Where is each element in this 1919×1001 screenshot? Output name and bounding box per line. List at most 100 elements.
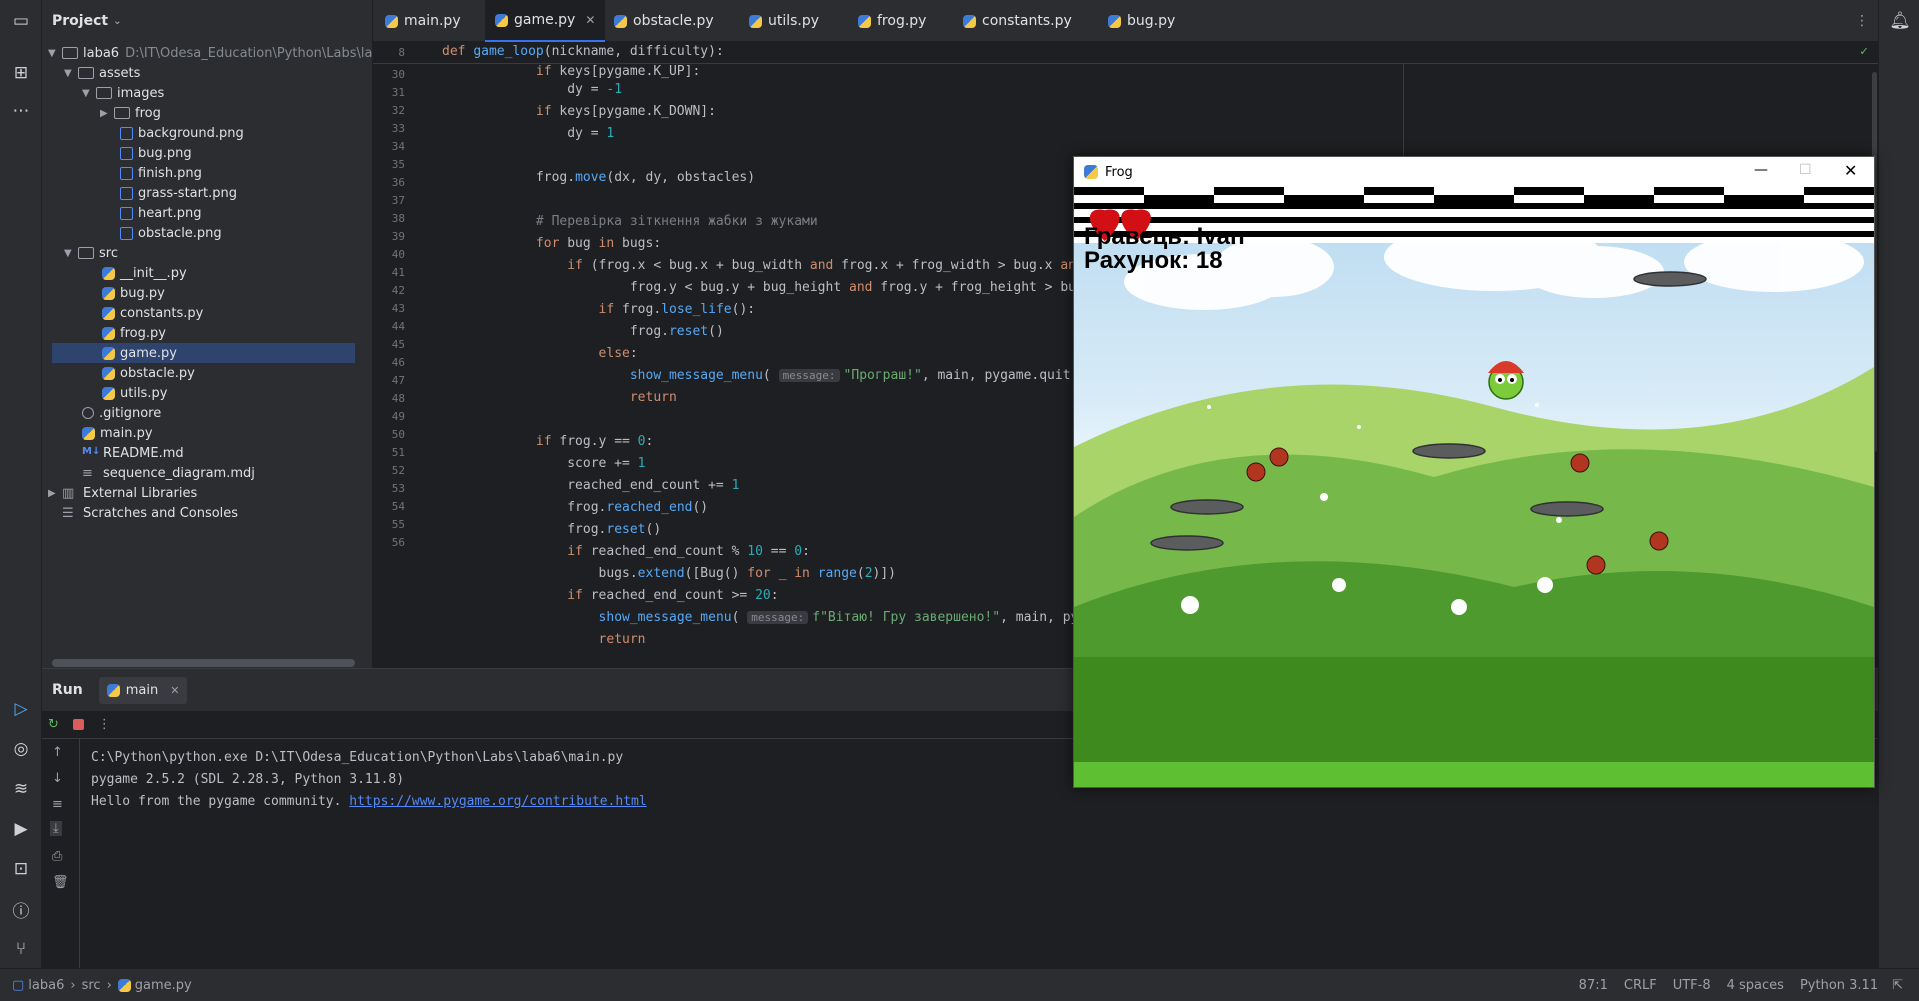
- keyword: def: [442, 44, 466, 59]
- tree-item-file[interactable]: grass-start.png: [120, 183, 237, 203]
- tree-item-file-selected[interactable]: game.py: [52, 343, 355, 363]
- scroll-down-icon[interactable]: ↓: [52, 771, 63, 786]
- tree-item-src[interactable]: ▼ src: [64, 243, 118, 263]
- game-canvas[interactable]: Гравець: Ivan Рахунок: 18: [1074, 187, 1874, 787]
- problems-icon[interactable]: ⓘ: [8, 896, 34, 922]
- python-file-icon: [858, 14, 871, 28]
- folder-icon: [62, 47, 78, 59]
- tree-item-file[interactable]: frog.py: [102, 323, 166, 343]
- more-tools-icon[interactable]: ⋯: [8, 98, 34, 124]
- close-icon[interactable]: ✕: [585, 13, 595, 27]
- stop-icon[interactable]: [72, 719, 84, 730]
- breadcrumb-item[interactable]: src: [82, 978, 101, 993]
- tab-main-run[interactable]: main ✕: [98, 676, 188, 704]
- left-tool-stripe: ▭ ⊞ ⋯ ▷ ◎ ≋ ▶ ⊡ ⓘ ⑂: [0, 0, 42, 968]
- function-name: game_loop: [473, 44, 544, 59]
- scroll-to-end-icon[interactable]: ⤓: [50, 821, 62, 836]
- tab-constants-py[interactable]: constants.py: [963, 0, 1072, 42]
- tree-item-file[interactable]: obstacle.py: [102, 363, 195, 383]
- line-separator[interactable]: CRLF: [1624, 978, 1657, 993]
- project-header[interactable]: Project ⌄: [42, 0, 372, 42]
- trash-icon[interactable]: 🗑︎: [52, 875, 69, 890]
- terminal-icon[interactable]: ⊡: [8, 856, 34, 882]
- line-number: 31: [391, 86, 405, 99]
- more-tabs-icon[interactable]: ⋮: [1855, 0, 1869, 42]
- tree-label: assets: [99, 65, 141, 81]
- tree-item-file[interactable]: ≡ sequence_diagram.mdj: [82, 463, 255, 483]
- image-file-icon: [120, 146, 133, 160]
- tab-game-py[interactable]: game.py ✕: [485, 0, 606, 42]
- line-number: 47: [391, 374, 405, 387]
- tree-item-file[interactable]: background.png: [120, 123, 244, 143]
- tab-obstacle-py[interactable]: obstacle.py: [614, 0, 714, 42]
- game-window[interactable]: Frog — ☐ ✕ Гравець: Ivan Рахунок: 18: [1073, 156, 1875, 788]
- game-window-titlebar[interactable]: Frog — ☐ ✕: [1074, 157, 1874, 187]
- code-line: # Перевірка зіткнення жабки з жуками: [442, 214, 818, 229]
- rerun-icon[interactable]: ↻: [48, 717, 59, 732]
- tree-item-assets[interactable]: ▼ assets: [64, 63, 140, 83]
- close-icon[interactable]: ✕: [1844, 161, 1857, 180]
- line-number: 34: [391, 140, 405, 153]
- tab-label: main: [125, 682, 159, 698]
- layers-icon[interactable]: ≋: [8, 776, 34, 802]
- notifications-icon[interactable]: 🔔︎: [1887, 8, 1913, 34]
- python-interpreter[interactable]: Python 3.11: [1800, 978, 1878, 993]
- print-icon[interactable]: ⎙: [52, 849, 62, 864]
- code-line: show_message_menu( message: "Програш!", m…: [629, 368, 1079, 383]
- game-window-title: Frog: [1105, 164, 1133, 180]
- run-tool-icon[interactable]: ▷: [8, 696, 34, 722]
- python-console-icon[interactable]: ◎: [8, 736, 34, 762]
- tab-main-py[interactable]: main.py: [385, 0, 461, 42]
- lock-icon[interactable]: ⇱: [1892, 978, 1903, 993]
- tree-item-file[interactable]: finish.png: [120, 163, 202, 183]
- tree-label: Scratches and Consoles: [83, 505, 239, 521]
- tree-item-scratches[interactable]: ☰ Scratches and Consoles: [62, 503, 238, 523]
- indent-setting[interactable]: 4 spaces: [1727, 978, 1784, 993]
- tree-item-file[interactable]: obstacle.png: [120, 223, 222, 243]
- project-folder-icon[interactable]: ▭: [8, 8, 34, 34]
- breadcrumb-item[interactable]: laba6: [28, 978, 64, 993]
- tree-root[interactable]: ▼ laba6 D:\IT\Odesa_Education\Python\Labs\…: [48, 43, 381, 63]
- python-file-icon: [102, 266, 115, 280]
- git-icon[interactable]: ⑂: [8, 936, 34, 962]
- param-hint: message:: [778, 369, 840, 382]
- tree-item-file[interactable]: bug.png: [120, 143, 192, 163]
- python-file-icon: [82, 426, 95, 440]
- tree-item-file[interactable]: M↓ README.md: [82, 443, 184, 463]
- minimize-icon[interactable]: —: [1754, 162, 1768, 178]
- close-icon[interactable]: ✕: [170, 684, 179, 697]
- tree-item-file[interactable]: utils.py: [102, 383, 167, 403]
- soft-wrap-icon[interactable]: ≡: [52, 797, 63, 812]
- tree-label: frog.py: [120, 325, 166, 341]
- tree-item-file[interactable]: heart.png: [120, 203, 202, 223]
- caret-position[interactable]: 87:1: [1579, 978, 1608, 993]
- tree-item-file[interactable]: main.py: [82, 423, 153, 443]
- breadcrumb-item[interactable]: game.py: [135, 978, 192, 993]
- module-icon: ▢: [12, 977, 25, 993]
- file-encoding[interactable]: UTF-8: [1673, 978, 1711, 993]
- tree-item-file[interactable]: constants.py: [102, 303, 203, 323]
- console-output[interactable]: C:\Python\python.exe D:\IT\Odesa_Educati…: [91, 747, 647, 813]
- tree-item-frog-folder[interactable]: ▶ frog: [100, 103, 161, 123]
- project-horizontal-scrollbar[interactable]: [52, 659, 355, 667]
- tree-item-external-libraries[interactable]: ▶ ▥ External Libraries: [48, 483, 197, 503]
- tree-label: heart.png: [138, 205, 202, 221]
- more-options-icon[interactable]: ⋮: [98, 717, 111, 732]
- tree-item-images[interactable]: ▼ images: [82, 83, 164, 103]
- tree-label: obstacle.py: [120, 365, 195, 381]
- image-file-icon: [120, 206, 133, 220]
- services-icon[interactable]: ▶: [8, 816, 34, 842]
- pygame-contribute-link[interactable]: https://www.pygame.org/contribute.html: [349, 794, 646, 809]
- console-line: pygame 2.5.2 (SDL 2.28.3, Python 3.11.8): [91, 772, 405, 787]
- scroll-up-icon[interactable]: ↑: [52, 745, 63, 760]
- tree-item-file[interactable]: __init__.py: [102, 263, 187, 283]
- maximize-icon[interactable]: ☐: [1799, 162, 1812, 178]
- tab-bug-py[interactable]: bug.py: [1108, 0, 1175, 42]
- tab-frog-py[interactable]: frog.py: [858, 0, 926, 42]
- tree-item-file[interactable]: .gitignore: [82, 403, 161, 423]
- tab-utils-py[interactable]: utils.py: [749, 0, 819, 42]
- structure-icon[interactable]: ⊞: [8, 60, 34, 86]
- tree-label: External Libraries: [83, 485, 198, 501]
- tree-item-file[interactable]: bug.py: [102, 283, 165, 303]
- chevron-down-icon: ▼: [82, 87, 90, 99]
